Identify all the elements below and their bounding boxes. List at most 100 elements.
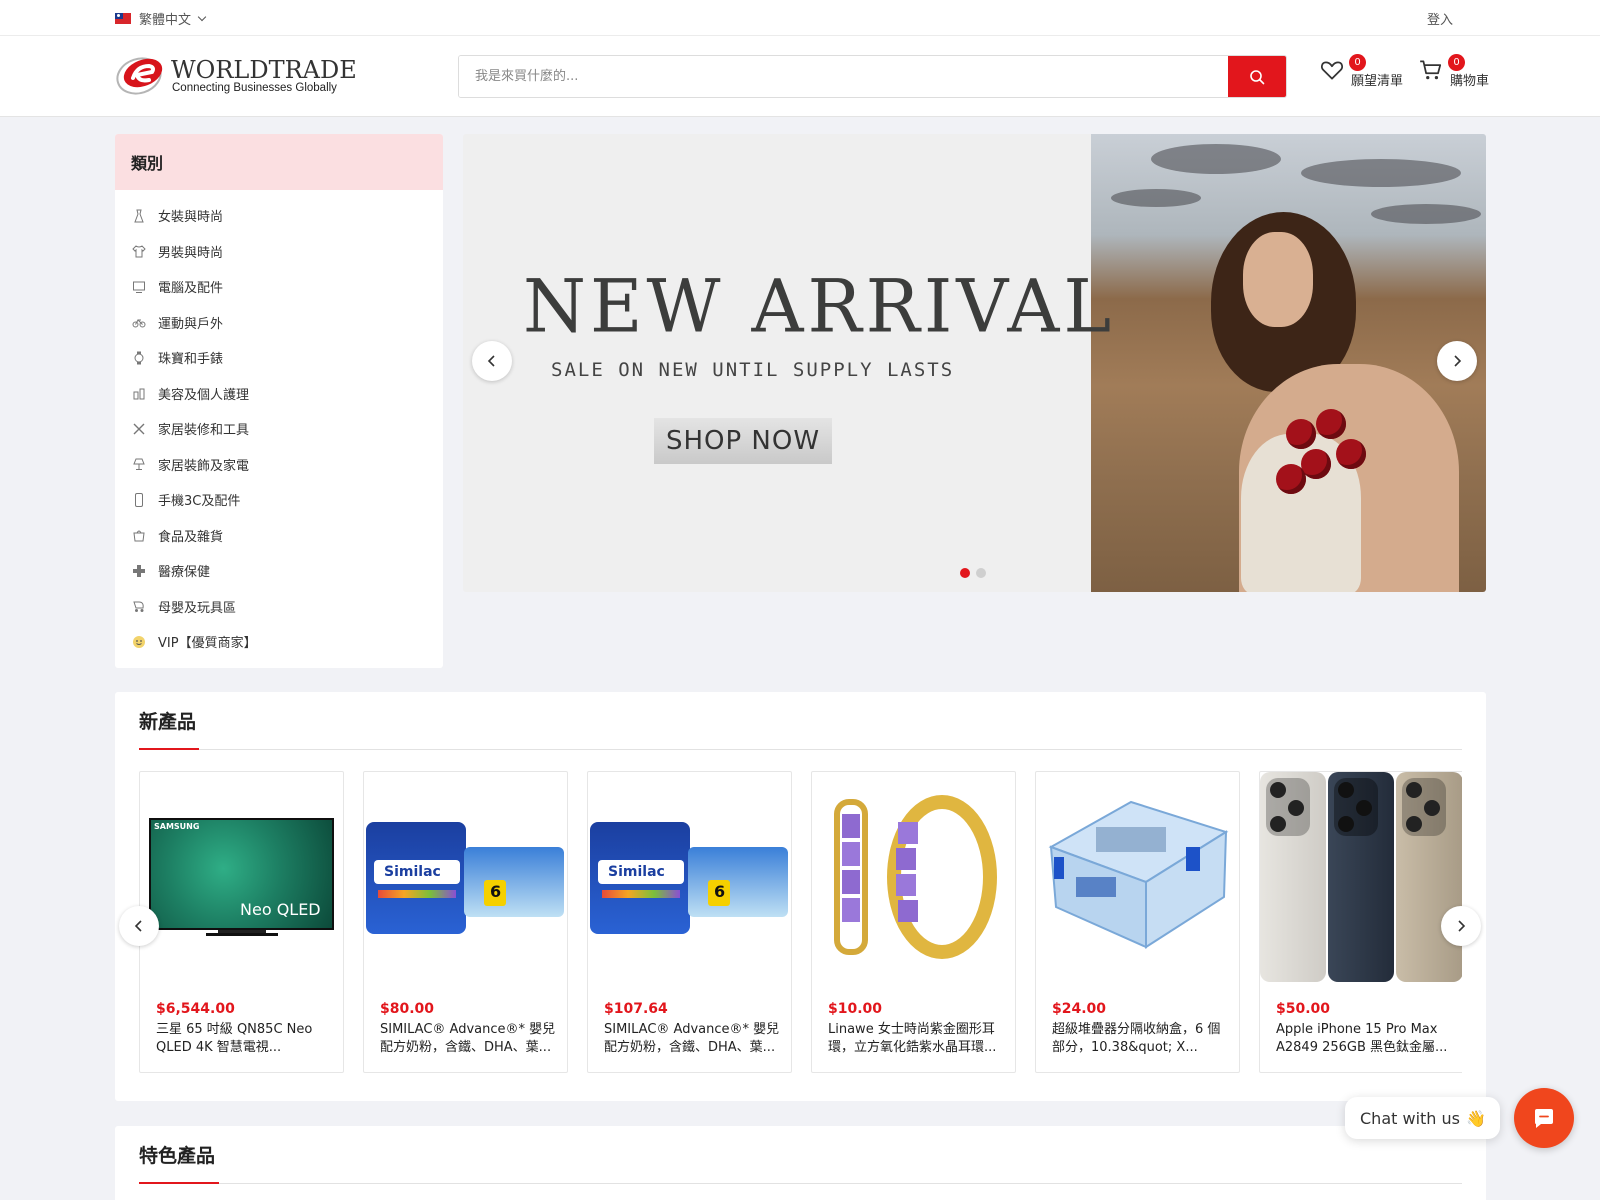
new-products-title: 新產品 — [139, 711, 197, 733]
category-item[interactable]: 珠寶和手錶 — [115, 340, 443, 376]
language-label: 繁體中文 — [139, 13, 192, 28]
tv-brand-text: SAMSUNG — [154, 822, 200, 831]
category-label: 家居裝修和工具 — [158, 423, 250, 439]
category-item[interactable]: 女裝與時尚 — [115, 198, 443, 234]
chevron-right-icon — [1458, 920, 1466, 932]
category-label: 家居裝飾及家電 — [158, 458, 250, 474]
banner-dot-2[interactable] — [976, 568, 986, 578]
product-card[interactable]: Similac 6 $107.64 SIMILAC® Advance®* 嬰兒配… — [587, 771, 792, 1073]
earrings-illustration — [834, 795, 997, 959]
category-item[interactable]: 男裝與時尚 — [115, 234, 443, 270]
product-carousel: SAMSUNG Neo QLED $6,544.00 三星 65 吋級 QN85… — [139, 771, 1462, 1073]
category-label: 美容及個人護理 — [158, 387, 250, 403]
formula-pack-text: 6 — [490, 882, 502, 901]
cart-button[interactable]: 0 購物車 — [1418, 54, 1489, 89]
category-item[interactable]: 家居裝修和工具 — [115, 411, 443, 447]
category-label: 運動與戶外 — [158, 316, 224, 332]
product-price: $80.00 — [380, 1001, 435, 1017]
site-logo[interactable]: WORLDTRADE Connecting Businesses Globall… — [115, 54, 357, 98]
product-card[interactable]: $24.00 超級堆疊器分隔收納盒，6 個部分，10.38&quot; X... — [1035, 771, 1240, 1073]
product-image-formula: Similac 6 — [588, 772, 791, 982]
search-button[interactable] — [1228, 56, 1286, 97]
product-price: $10.00 — [828, 1001, 883, 1017]
category-label: 珠寶和手錶 — [158, 352, 224, 368]
category-item[interactable]: 手機3C及配件 — [115, 482, 443, 518]
formula-brand-text: Similac — [384, 864, 441, 880]
product-name: 三星 65 吋級 QN85C Neo QLED 4K 智慧電視... — [156, 1022, 313, 1055]
category-label: 手機3C及配件 — [158, 494, 241, 510]
product-price: $107.64 — [604, 1001, 668, 1017]
product-image-formula: Similac 6 — [364, 772, 567, 982]
product-card[interactable]: $50.00 Apple iPhone 15 Pro Max A2849 256… — [1259, 771, 1462, 1073]
search-icon — [1250, 69, 1265, 84]
tv-model-text: Neo QLED — [240, 900, 321, 919]
product-price: $24.00 — [1052, 1001, 1107, 1017]
products-prev-button[interactable] — [119, 906, 159, 946]
banner-prev-button[interactable] — [472, 341, 512, 381]
dress-icon — [132, 209, 146, 223]
banner-subline: SALE ON NEW UNTIL SUPPLY LASTS — [551, 359, 955, 381]
login-link[interactable]: 登入 — [1427, 9, 1453, 28]
logo-wordmark: WORLDTRADE — [171, 56, 357, 84]
stroller-icon — [132, 599, 146, 613]
heart-icon — [1320, 61, 1344, 80]
category-item[interactable]: VIP【優質商家】 — [115, 624, 443, 660]
category-label: VIP【優質商家】 — [158, 636, 257, 652]
chevron-left-icon — [487, 355, 495, 367]
search-bar — [458, 55, 1287, 98]
chevron-down-icon — [197, 12, 207, 21]
category-item[interactable]: 醫療保健 — [115, 553, 443, 589]
featured-products-section: 特色產品 — [115, 1126, 1486, 1200]
category-label: 女裝與時尚 — [158, 210, 224, 226]
cart-label: 購物車 — [1450, 74, 1490, 89]
product-card[interactable]: Similac 6 $80.00 SIMILAC® Advance®* 嬰兒配方… — [363, 771, 568, 1073]
category-label: 醫療保健 — [158, 565, 211, 581]
banner-dot-1[interactable] — [960, 568, 970, 578]
category-label: 男裝與時尚 — [158, 245, 224, 261]
product-name: 超級堆疊器分隔收納盒，6 個部分，10.38&quot; X... — [1052, 1022, 1221, 1055]
shop-now-button[interactable]: SHOP NOW — [654, 418, 832, 464]
banner-next-button[interactable] — [1437, 341, 1477, 381]
wishlist-count-badge: 0 — [1349, 54, 1366, 71]
hero-banner[interactable]: NEW ARRIVAL SALE ON NEW UNTIL SUPPLY LAS… — [463, 134, 1486, 592]
product-image-tv: SAMSUNG Neo QLED — [140, 772, 343, 982]
storage-box-illustration — [1048, 800, 1229, 949]
language-selector[interactable]: 繁體中文 — [115, 9, 207, 28]
vip-icon — [132, 635, 146, 649]
product-image-storage-box — [1036, 772, 1239, 982]
new-products-section: 新產品 SAMSUNG Neo QLED $6,544.00 三星 65 吋級 … — [115, 692, 1486, 1101]
taiwan-flag-icon — [115, 13, 131, 24]
featured-products-title: 特色產品 — [139, 1145, 216, 1167]
chat-prompt[interactable]: Chat with us 👋 — [1345, 1097, 1500, 1139]
category-item[interactable]: 食品及雜貨 — [115, 518, 443, 554]
grocery-icon — [132, 528, 146, 542]
category-item[interactable]: 家居裝飾及家電 — [115, 447, 443, 483]
category-item[interactable]: 運動與戶外 — [115, 305, 443, 341]
product-name: SIMILAC® Advance®* 嬰兒配方奶粉，含鐵、DHA、葉... — [380, 1022, 556, 1055]
category-list: 女裝與時尚男裝與時尚電腦及配件運動與戶外珠寶和手錶美容及個人護理 家居裝修和工具家… — [115, 190, 443, 660]
search-input[interactable] — [459, 56, 1228, 97]
beauty-icon — [132, 386, 146, 400]
category-label: 食品及雜貨 — [158, 529, 224, 545]
logo-mark-icon — [116, 57, 163, 95]
cart-count-badge: 0 — [1448, 54, 1465, 71]
product-image-earrings — [812, 772, 1015, 982]
product-card[interactable]: SAMSUNG Neo QLED $6,544.00 三星 65 吋級 QN85… — [139, 771, 344, 1073]
product-name: Apple iPhone 15 Pro Max A2849 256GB 黑色鈦金… — [1276, 1022, 1448, 1055]
chat-launcher-button[interactable] — [1514, 1088, 1574, 1148]
category-item[interactable]: 母嬰及玩具區 — [115, 589, 443, 625]
category-panel: 類別 女裝與時尚 男裝與時尚 電腦及配件 運動與戶外 珠寶和手錶 美容及個人護理 家居裝修和… — [115, 134, 443, 668]
header: WORLDTRADE Connecting Businesses Globall… — [0, 36, 1600, 117]
shirt-icon — [132, 244, 146, 258]
wishlist-label: 願望清單 — [1351, 74, 1404, 89]
products-next-button[interactable] — [1441, 906, 1481, 946]
wishlist-button[interactable]: 0 願望清單 — [1319, 54, 1403, 89]
chat-icon — [1535, 1109, 1553, 1128]
product-card[interactable]: $10.00 Linawe 女士時尚紫金圈形耳環，立方氧化鋯紫水晶耳環... — [811, 771, 1016, 1073]
category-item[interactable]: 美容及個人護理 — [115, 376, 443, 412]
category-item[interactable]: 電腦及配件 — [115, 269, 443, 305]
product-name: SIMILAC® Advance®* 嬰兒配方奶粉，含鐵、DHA、葉... — [604, 1022, 780, 1055]
cart-icon — [1420, 60, 1442, 80]
category-label: 電腦及配件 — [158, 281, 224, 297]
logo-tagline: Connecting Businesses Globally — [172, 82, 337, 94]
